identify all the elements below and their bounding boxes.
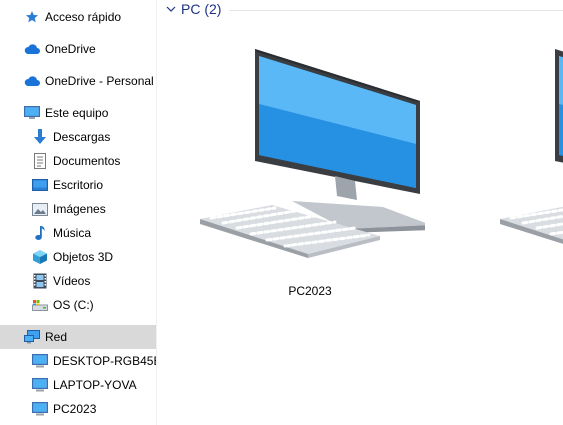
- nav-item-label: Escritorio: [53, 178, 104, 192]
- nav-item-network[interactable]: Red: [0, 325, 156, 349]
- nav-item-label: OneDrive - Personal: [45, 74, 154, 88]
- computer-icon: [200, 49, 425, 258]
- nav-item-laptop-yova[interactable]: LAPTOP-YOVA: [0, 373, 156, 397]
- monitor-icon: [24, 105, 40, 121]
- star-icon: [24, 9, 40, 25]
- computer-icon: [500, 49, 563, 244]
- nav-item-desktop[interactable]: Escritorio: [0, 173, 156, 197]
- nav-item-3d-objects[interactable]: Objetos 3D: [0, 245, 156, 269]
- desktop-icon: [32, 177, 48, 193]
- cloud-icon: [24, 41, 40, 57]
- drive-icon: [32, 297, 48, 313]
- nav-item-label: OS (C:): [53, 298, 94, 312]
- nav-item-quick-access[interactable]: Acceso rápido: [0, 5, 156, 29]
- nav-item-label: OneDrive: [45, 42, 96, 56]
- pc-tile-second[interactable]: [495, 4, 563, 274]
- network-icon: [24, 329, 40, 345]
- computer-icon: [32, 353, 48, 369]
- nav-item-label: Descargas: [53, 130, 111, 144]
- nav-item-os-drive[interactable]: OS (C:): [0, 293, 156, 317]
- nav-item-label: Imágenes: [53, 202, 106, 216]
- nav-item-pictures[interactable]: Imágenes: [0, 197, 156, 221]
- nav-item-videos[interactable]: Vídeos: [0, 269, 156, 293]
- nav-item-label: PC2023: [53, 402, 97, 416]
- nav-item-label: Documentos: [53, 154, 121, 168]
- nav-item-downloads[interactable]: Descargas: [0, 125, 156, 149]
- computer-icon: [32, 401, 48, 417]
- nav-item-label: Objetos 3D: [53, 250, 114, 264]
- nav-item-label: Música: [53, 226, 92, 240]
- pc-tile-label: PC2023: [288, 284, 332, 298]
- document-icon: [32, 153, 48, 169]
- nav-item-label: Este equipo: [45, 106, 109, 120]
- content-area: PC (2) PC2023: [157, 0, 563, 425]
- nav-item-label: Red: [45, 330, 68, 344]
- nav-item-this-pc[interactable]: Este equipo: [0, 101, 156, 125]
- nav-item-documents[interactable]: Documentos: [0, 149, 156, 173]
- nav-item-desktop-rgb45b4[interactable]: DESKTOP-RGB45B4: [0, 349, 156, 373]
- nav-item-label: Acceso rápido: [45, 10, 122, 24]
- image-icon: [32, 201, 48, 217]
- nav-item-onedrive-personal[interactable]: OneDrive - Personal: [0, 69, 156, 93]
- nav-item-label: DESKTOP-RGB45B4: [53, 354, 156, 368]
- film-icon: [32, 273, 48, 289]
- chevron-down-icon[interactable]: [165, 3, 177, 15]
- download-arrow-icon: [32, 129, 48, 145]
- computer-icon: [32, 377, 48, 393]
- pc-tile-pc2023[interactable]: PC2023: [195, 4, 425, 298]
- cube-icon: [32, 249, 48, 265]
- music-note-icon: [32, 225, 48, 241]
- navigation-pane: Acceso rápido OneDrive OneDrive - Person…: [0, 0, 157, 425]
- cloud-icon: [24, 73, 40, 89]
- nav-item-pc2023[interactable]: PC2023: [0, 397, 156, 421]
- nav-item-label: LAPTOP-YOVA: [53, 378, 137, 392]
- nav-item-label: Vídeos: [53, 274, 91, 288]
- nav-item-onedrive[interactable]: OneDrive: [0, 37, 156, 61]
- nav-item-music[interactable]: Música: [0, 221, 156, 245]
